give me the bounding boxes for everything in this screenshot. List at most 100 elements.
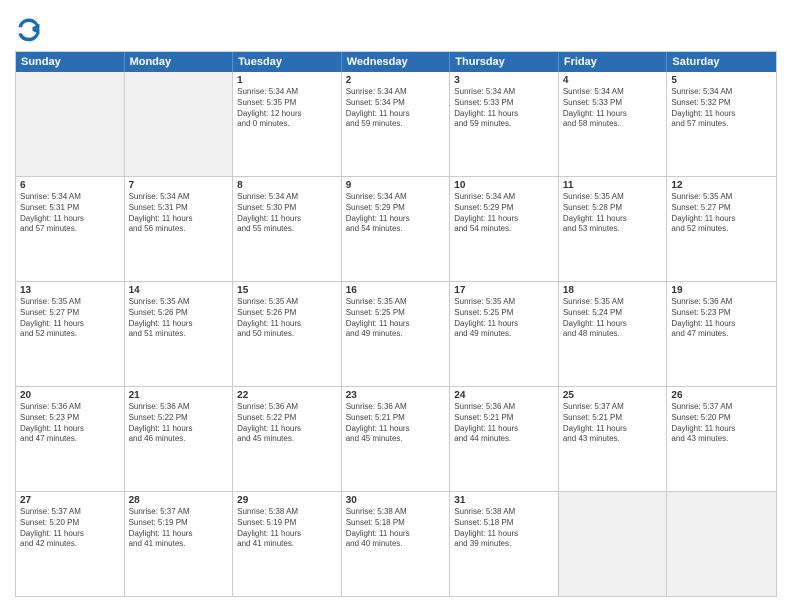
cell-info: Sunrise: 5:34 AM Sunset: 5:32 PM Dayligh…	[671, 87, 772, 130]
day-number: 1	[237, 75, 337, 86]
day-number: 5	[671, 75, 772, 86]
day-number: 8	[237, 180, 337, 191]
calendar-cell: 8Sunrise: 5:34 AM Sunset: 5:30 PM Daylig…	[233, 177, 342, 281]
cell-info: Sunrise: 5:36 AM Sunset: 5:22 PM Dayligh…	[237, 402, 337, 445]
cell-info: Sunrise: 5:37 AM Sunset: 5:20 PM Dayligh…	[671, 402, 772, 445]
cell-info: Sunrise: 5:34 AM Sunset: 5:31 PM Dayligh…	[129, 192, 229, 235]
cell-info: Sunrise: 5:35 AM Sunset: 5:26 PM Dayligh…	[237, 297, 337, 340]
cell-info: Sunrise: 5:36 AM Sunset: 5:23 PM Dayligh…	[671, 297, 772, 340]
cell-info: Sunrise: 5:38 AM Sunset: 5:18 PM Dayligh…	[346, 507, 446, 550]
calendar-cell: 2Sunrise: 5:34 AM Sunset: 5:34 PM Daylig…	[342, 72, 451, 176]
calendar-cell: 29Sunrise: 5:38 AM Sunset: 5:19 PM Dayli…	[233, 492, 342, 596]
day-number: 3	[454, 75, 554, 86]
logo	[15, 15, 47, 43]
weekday-header: Sunday	[16, 52, 125, 72]
day-number: 27	[20, 495, 120, 506]
weekday-header: Thursday	[450, 52, 559, 72]
calendar-cell: 28Sunrise: 5:37 AM Sunset: 5:19 PM Dayli…	[125, 492, 234, 596]
cell-info: Sunrise: 5:35 AM Sunset: 5:27 PM Dayligh…	[671, 192, 772, 235]
cell-info: Sunrise: 5:34 AM Sunset: 5:35 PM Dayligh…	[237, 87, 337, 130]
calendar-cell	[16, 72, 125, 176]
calendar: SundayMondayTuesdayWednesdayThursdayFrid…	[15, 51, 777, 597]
cell-info: Sunrise: 5:37 AM Sunset: 5:19 PM Dayligh…	[129, 507, 229, 550]
day-number: 16	[346, 285, 446, 296]
calendar-cell	[667, 492, 776, 596]
calendar-cell: 24Sunrise: 5:36 AM Sunset: 5:21 PM Dayli…	[450, 387, 559, 491]
day-number: 6	[20, 180, 120, 191]
cell-info: Sunrise: 5:35 AM Sunset: 5:28 PM Dayligh…	[563, 192, 663, 235]
cell-info: Sunrise: 5:34 AM Sunset: 5:29 PM Dayligh…	[346, 192, 446, 235]
logo-icon	[15, 15, 43, 43]
cell-info: Sunrise: 5:36 AM Sunset: 5:21 PM Dayligh…	[454, 402, 554, 445]
cell-info: Sunrise: 5:38 AM Sunset: 5:18 PM Dayligh…	[454, 507, 554, 550]
calendar-cell: 5Sunrise: 5:34 AM Sunset: 5:32 PM Daylig…	[667, 72, 776, 176]
calendar-cell: 18Sunrise: 5:35 AM Sunset: 5:24 PM Dayli…	[559, 282, 668, 386]
weekday-header: Monday	[125, 52, 234, 72]
calendar-cell: 7Sunrise: 5:34 AM Sunset: 5:31 PM Daylig…	[125, 177, 234, 281]
day-number: 17	[454, 285, 554, 296]
cell-info: Sunrise: 5:34 AM Sunset: 5:30 PM Dayligh…	[237, 192, 337, 235]
day-number: 29	[237, 495, 337, 506]
calendar-row: 6Sunrise: 5:34 AM Sunset: 5:31 PM Daylig…	[16, 176, 776, 281]
day-number: 31	[454, 495, 554, 506]
cell-info: Sunrise: 5:34 AM Sunset: 5:33 PM Dayligh…	[563, 87, 663, 130]
calendar-cell: 25Sunrise: 5:37 AM Sunset: 5:21 PM Dayli…	[559, 387, 668, 491]
day-number: 28	[129, 495, 229, 506]
day-number: 23	[346, 390, 446, 401]
calendar-row: 1Sunrise: 5:34 AM Sunset: 5:35 PM Daylig…	[16, 72, 776, 176]
calendar-cell: 3Sunrise: 5:34 AM Sunset: 5:33 PM Daylig…	[450, 72, 559, 176]
day-number: 14	[129, 285, 229, 296]
cell-info: Sunrise: 5:35 AM Sunset: 5:24 PM Dayligh…	[563, 297, 663, 340]
day-number: 26	[671, 390, 772, 401]
day-number: 21	[129, 390, 229, 401]
calendar-cell: 30Sunrise: 5:38 AM Sunset: 5:18 PM Dayli…	[342, 492, 451, 596]
cell-info: Sunrise: 5:34 AM Sunset: 5:29 PM Dayligh…	[454, 192, 554, 235]
day-number: 2	[346, 75, 446, 86]
calendar-cell	[125, 72, 234, 176]
cell-info: Sunrise: 5:35 AM Sunset: 5:25 PM Dayligh…	[454, 297, 554, 340]
calendar-cell: 4Sunrise: 5:34 AM Sunset: 5:33 PM Daylig…	[559, 72, 668, 176]
header	[15, 15, 777, 43]
day-number: 4	[563, 75, 663, 86]
calendar-row: 27Sunrise: 5:37 AM Sunset: 5:20 PM Dayli…	[16, 491, 776, 596]
day-number: 13	[20, 285, 120, 296]
cell-info: Sunrise: 5:36 AM Sunset: 5:22 PM Dayligh…	[129, 402, 229, 445]
cell-info: Sunrise: 5:37 AM Sunset: 5:20 PM Dayligh…	[20, 507, 120, 550]
day-number: 11	[563, 180, 663, 191]
calendar-cell: 16Sunrise: 5:35 AM Sunset: 5:25 PM Dayli…	[342, 282, 451, 386]
calendar-cell: 23Sunrise: 5:36 AM Sunset: 5:21 PM Dayli…	[342, 387, 451, 491]
cell-info: Sunrise: 5:35 AM Sunset: 5:26 PM Dayligh…	[129, 297, 229, 340]
calendar-row: 20Sunrise: 5:36 AM Sunset: 5:23 PM Dayli…	[16, 386, 776, 491]
cell-info: Sunrise: 5:35 AM Sunset: 5:25 PM Dayligh…	[346, 297, 446, 340]
calendar-cell: 31Sunrise: 5:38 AM Sunset: 5:18 PM Dayli…	[450, 492, 559, 596]
calendar-cell: 12Sunrise: 5:35 AM Sunset: 5:27 PM Dayli…	[667, 177, 776, 281]
calendar-cell: 9Sunrise: 5:34 AM Sunset: 5:29 PM Daylig…	[342, 177, 451, 281]
day-number: 20	[20, 390, 120, 401]
calendar-cell: 6Sunrise: 5:34 AM Sunset: 5:31 PM Daylig…	[16, 177, 125, 281]
calendar-cell: 11Sunrise: 5:35 AM Sunset: 5:28 PM Dayli…	[559, 177, 668, 281]
cell-info: Sunrise: 5:34 AM Sunset: 5:31 PM Dayligh…	[20, 192, 120, 235]
calendar-cell: 1Sunrise: 5:34 AM Sunset: 5:35 PM Daylig…	[233, 72, 342, 176]
calendar-cell: 19Sunrise: 5:36 AM Sunset: 5:23 PM Dayli…	[667, 282, 776, 386]
calendar-body: 1Sunrise: 5:34 AM Sunset: 5:35 PM Daylig…	[16, 72, 776, 596]
cell-info: Sunrise: 5:38 AM Sunset: 5:19 PM Dayligh…	[237, 507, 337, 550]
day-number: 18	[563, 285, 663, 296]
day-number: 22	[237, 390, 337, 401]
day-number: 24	[454, 390, 554, 401]
calendar-cell: 15Sunrise: 5:35 AM Sunset: 5:26 PM Dayli…	[233, 282, 342, 386]
calendar-cell: 27Sunrise: 5:37 AM Sunset: 5:20 PM Dayli…	[16, 492, 125, 596]
day-number: 25	[563, 390, 663, 401]
page: SundayMondayTuesdayWednesdayThursdayFrid…	[0, 0, 792, 612]
cell-info: Sunrise: 5:34 AM Sunset: 5:33 PM Dayligh…	[454, 87, 554, 130]
day-number: 7	[129, 180, 229, 191]
weekday-header: Wednesday	[342, 52, 451, 72]
day-number: 12	[671, 180, 772, 191]
day-number: 10	[454, 180, 554, 191]
cell-info: Sunrise: 5:37 AM Sunset: 5:21 PM Dayligh…	[563, 402, 663, 445]
day-number: 15	[237, 285, 337, 296]
calendar-header: SundayMondayTuesdayWednesdayThursdayFrid…	[16, 52, 776, 72]
calendar-cell: 22Sunrise: 5:36 AM Sunset: 5:22 PM Dayli…	[233, 387, 342, 491]
calendar-cell: 20Sunrise: 5:36 AM Sunset: 5:23 PM Dayli…	[16, 387, 125, 491]
calendar-cell: 10Sunrise: 5:34 AM Sunset: 5:29 PM Dayli…	[450, 177, 559, 281]
cell-info: Sunrise: 5:35 AM Sunset: 5:27 PM Dayligh…	[20, 297, 120, 340]
